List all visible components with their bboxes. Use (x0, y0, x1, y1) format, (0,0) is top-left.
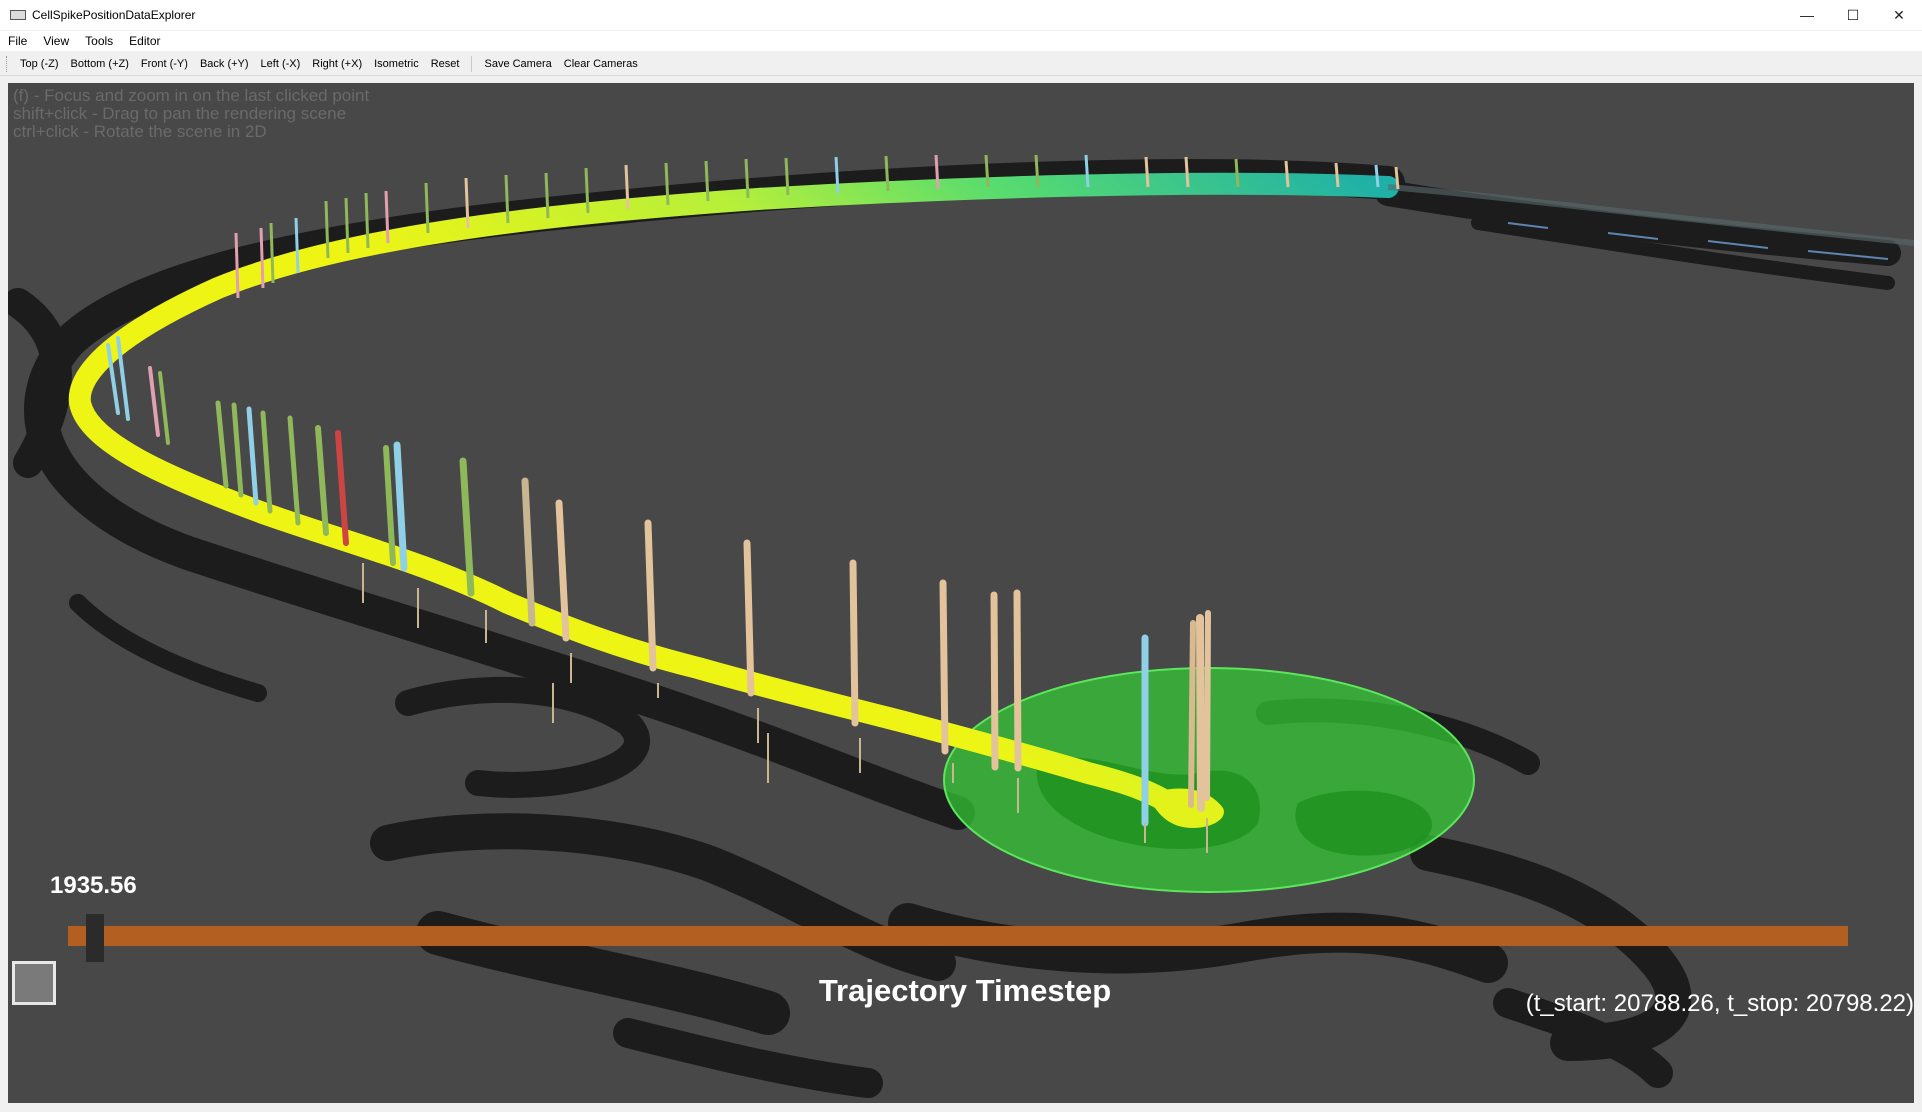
hint-focus: (f) - Focus and zoom in on the last clic… (13, 86, 370, 105)
trajectory-shadow (8, 159, 1901, 1098)
time-range-label: (t_start: 20788.26, t_stop: 20798.22) (1525, 990, 1914, 1017)
minimize-button[interactable]: — (1784, 0, 1830, 30)
hint-rotate: ctrl+click - Rotate the scene in 2D (13, 122, 267, 141)
view-front-button[interactable]: Front (-Y) (135, 58, 194, 70)
scene-canvas[interactable] (8, 83, 1914, 1103)
view-bottom-button[interactable]: Bottom (+Z) (65, 58, 135, 70)
view-top-button[interactable]: Top (-Z) (14, 58, 65, 70)
view-back-button[interactable]: Back (+Y) (194, 58, 255, 70)
window-controls: — ☐ ✕ (1784, 0, 1922, 30)
save-camera-button[interactable]: Save Camera (478, 58, 557, 70)
camera-toolbar: Top (-Z) Bottom (+Z) Front (-Y) Back (+Y… (0, 53, 1922, 76)
timestep-slider-handle[interactable] (86, 914, 104, 962)
timestep-slider-track[interactable] (68, 926, 1848, 946)
maximize-button[interactable]: ☐ (1830, 0, 1876, 30)
menu-tools[interactable]: Tools (77, 34, 121, 48)
toggle-checkbox-button[interactable] (12, 961, 56, 1005)
view-left-button[interactable]: Left (-X) (255, 58, 307, 70)
interaction-hints: (f) - Focus and zoom in on the last clic… (13, 87, 369, 141)
timestep-slider-value: 1935.56 (50, 872, 137, 899)
app-icon (10, 10, 26, 20)
view-isometric-button[interactable]: Isometric (368, 58, 425, 70)
render-viewport[interactable]: (f) - Focus and zoom in on the last clic… (8, 83, 1914, 1103)
hint-pan: shift+click - Drag to pan the rendering … (13, 104, 347, 123)
close-button[interactable]: ✕ (1876, 0, 1922, 30)
title-bar: CellSpikePositionDataExplorer — ☐ ✕ (0, 0, 1922, 30)
menu-view[interactable]: View (35, 34, 77, 48)
toolbar-separator (471, 56, 473, 72)
menu-bar: File View Tools Editor (0, 31, 1922, 51)
toolbar-grip[interactable] (6, 56, 10, 72)
menu-editor[interactable]: Editor (121, 34, 168, 48)
menu-file[interactable]: File (0, 34, 35, 48)
timestep-slider-title: Trajectory Timestep (818, 973, 1112, 1008)
clear-cameras-button[interactable]: Clear Cameras (558, 58, 644, 70)
view-right-button[interactable]: Right (+X) (306, 58, 368, 70)
reset-camera-button[interactable]: Reset (425, 58, 466, 70)
window-title: CellSpikePositionDataExplorer (32, 8, 196, 22)
